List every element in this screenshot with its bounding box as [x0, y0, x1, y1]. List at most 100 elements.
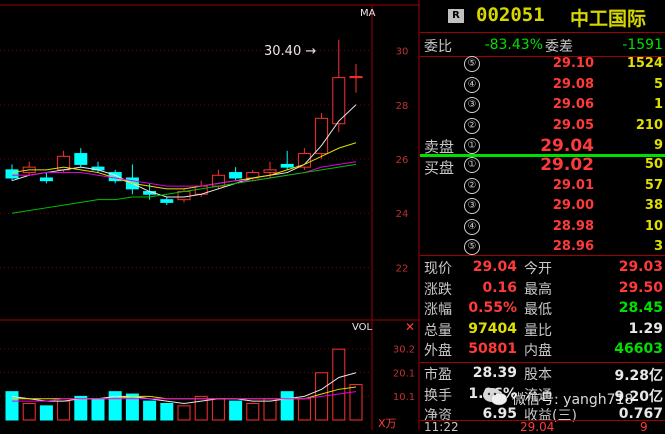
level-index: ⑤	[464, 56, 480, 72]
order-volume: 5	[653, 76, 663, 92]
candle-body	[349, 76, 363, 79]
order-price: 29.10	[552, 56, 594, 71]
level-index: ④	[464, 76, 480, 93]
order-volume: 50	[644, 157, 663, 172]
stat-row: 涨跌 0.16 最高 29.50	[420, 278, 665, 299]
order-price: 29.01	[552, 177, 594, 193]
buy-order-row: ① 29.02 50	[420, 155, 665, 175]
candle-body	[74, 153, 88, 165]
volume-bar	[74, 395, 88, 421]
candle-body	[315, 117, 329, 155]
vol-tick-label: 30.2	[393, 345, 415, 356]
vol-indicator-label[interactable]: VOL	[352, 322, 372, 333]
volume-bar	[125, 393, 139, 421]
weibi-row: 委比 -83.43% 委差 -1591	[420, 35, 665, 56]
price-tick-label: 28	[396, 101, 409, 112]
volume-bar	[91, 398, 105, 421]
stat-value: 9.28亿	[614, 368, 663, 384]
stat-value: 28.45	[618, 300, 663, 316]
vol-tick-label: 10.1	[393, 392, 415, 403]
stock-name: 中工国际	[570, 8, 647, 30]
volume-bar	[177, 405, 191, 421]
stat-value: 97404	[468, 320, 517, 337]
stat-value: 28.39	[472, 365, 517, 381]
stat-row: 涨幅 0.55% 最低 28.45	[420, 298, 665, 319]
buy-order-row: ④ 28.98 10	[420, 217, 665, 237]
weicha-value: -1591	[622, 37, 663, 53]
stat-label: 最低	[524, 302, 552, 318]
stat-label: 总量	[424, 322, 452, 339]
volume-bar	[246, 402, 260, 421]
volume-bar	[263, 398, 277, 421]
order-volume: 10	[644, 218, 663, 234]
order-price: 29.00	[552, 198, 594, 213]
stat-value: 29.50	[618, 279, 663, 296]
order-price: 28.98	[552, 218, 594, 234]
level-index: ③	[464, 97, 480, 113]
level-index: ③	[464, 198, 480, 214]
stat-label: 现价	[424, 261, 452, 277]
stat-label: 内盘	[524, 343, 552, 359]
order-price: 28.96	[552, 239, 594, 254]
volume-bar	[229, 400, 243, 421]
close-vol-icon[interactable]: ✕	[405, 320, 415, 334]
volume-bar	[194, 395, 208, 421]
volume-bar	[143, 400, 157, 421]
stat-label: 市盈	[424, 367, 452, 383]
ma-indicator-label[interactable]: MA	[360, 8, 375, 19]
order-price: 29.05	[552, 117, 594, 133]
volume-bar	[57, 400, 71, 421]
rzrq-badge: R	[448, 9, 464, 23]
volume-bar	[297, 398, 311, 421]
stat-value: 1.29	[628, 320, 663, 337]
tick-time: 11:22	[424, 420, 459, 434]
stat-label: 涨跌	[424, 281, 452, 298]
stat-value: 0.16	[482, 279, 517, 296]
sell-order-row: ④ 29.08 5	[420, 75, 665, 95]
sell-order-row: ② 29.05 210	[420, 116, 665, 136]
sell-order-row: ③ 29.06 1	[420, 95, 665, 115]
level-index: ②	[464, 177, 480, 194]
price-tick-label: 22	[396, 263, 409, 274]
candle-body	[177, 191, 191, 201]
sell-order-row: ① 29.04 9	[420, 136, 665, 156]
wechat-icon	[482, 386, 508, 408]
buy-order-row: ② 29.01 57	[420, 176, 665, 196]
level-index: ⑤	[464, 239, 480, 255]
stat-row: 现价 29.04 今开 29.03	[420, 257, 665, 278]
candle-body	[280, 163, 294, 168]
volume-bar	[160, 402, 174, 421]
price-tick-label: 24	[396, 209, 409, 220]
order-volume: 38	[644, 198, 663, 213]
order-volume: 1	[653, 97, 663, 112]
stock-code: 002051	[476, 4, 545, 26]
volume-bar	[349, 384, 363, 421]
price-tick-label: 30	[396, 47, 409, 58]
weibi-value: -83.43%	[484, 37, 543, 53]
stat-label: 股本	[524, 367, 552, 383]
level-index: ④	[464, 218, 480, 235]
stat-label: 外盘	[424, 343, 452, 359]
vol-ma-line	[12, 386, 357, 400]
order-volume: 9	[653, 138, 663, 153]
weibi-label: 委比	[424, 39, 452, 55]
sell-order-row: ⑤ 29.10 1524	[420, 54, 665, 74]
watermark-text: 微信号: yangh718	[512, 392, 634, 408]
volume-bar	[280, 391, 294, 421]
kline-chart[interactable]: 30 28 26 24 22 30.2 20.1 10.1	[0, 0, 420, 430]
order-price: 29.02	[540, 155, 594, 175]
candle-body	[229, 172, 243, 179]
tick-price: 29.04	[520, 420, 555, 434]
vol-tick-label: 20.1	[393, 369, 415, 380]
volume-bar	[211, 398, 225, 421]
price-tick-label: 26	[396, 155, 409, 166]
candle-body	[5, 169, 19, 179]
stat-value: 29.03	[618, 259, 663, 275]
order-volume: 1524	[626, 56, 663, 71]
level-index: ①	[464, 138, 480, 154]
order-price: 29.04	[540, 136, 594, 156]
vol-unit-label: X万	[378, 417, 397, 430]
high-price-annotation: 30.40 →	[264, 44, 317, 59]
order-price: 29.08	[552, 76, 594, 92]
level-index: ①	[464, 157, 480, 173]
